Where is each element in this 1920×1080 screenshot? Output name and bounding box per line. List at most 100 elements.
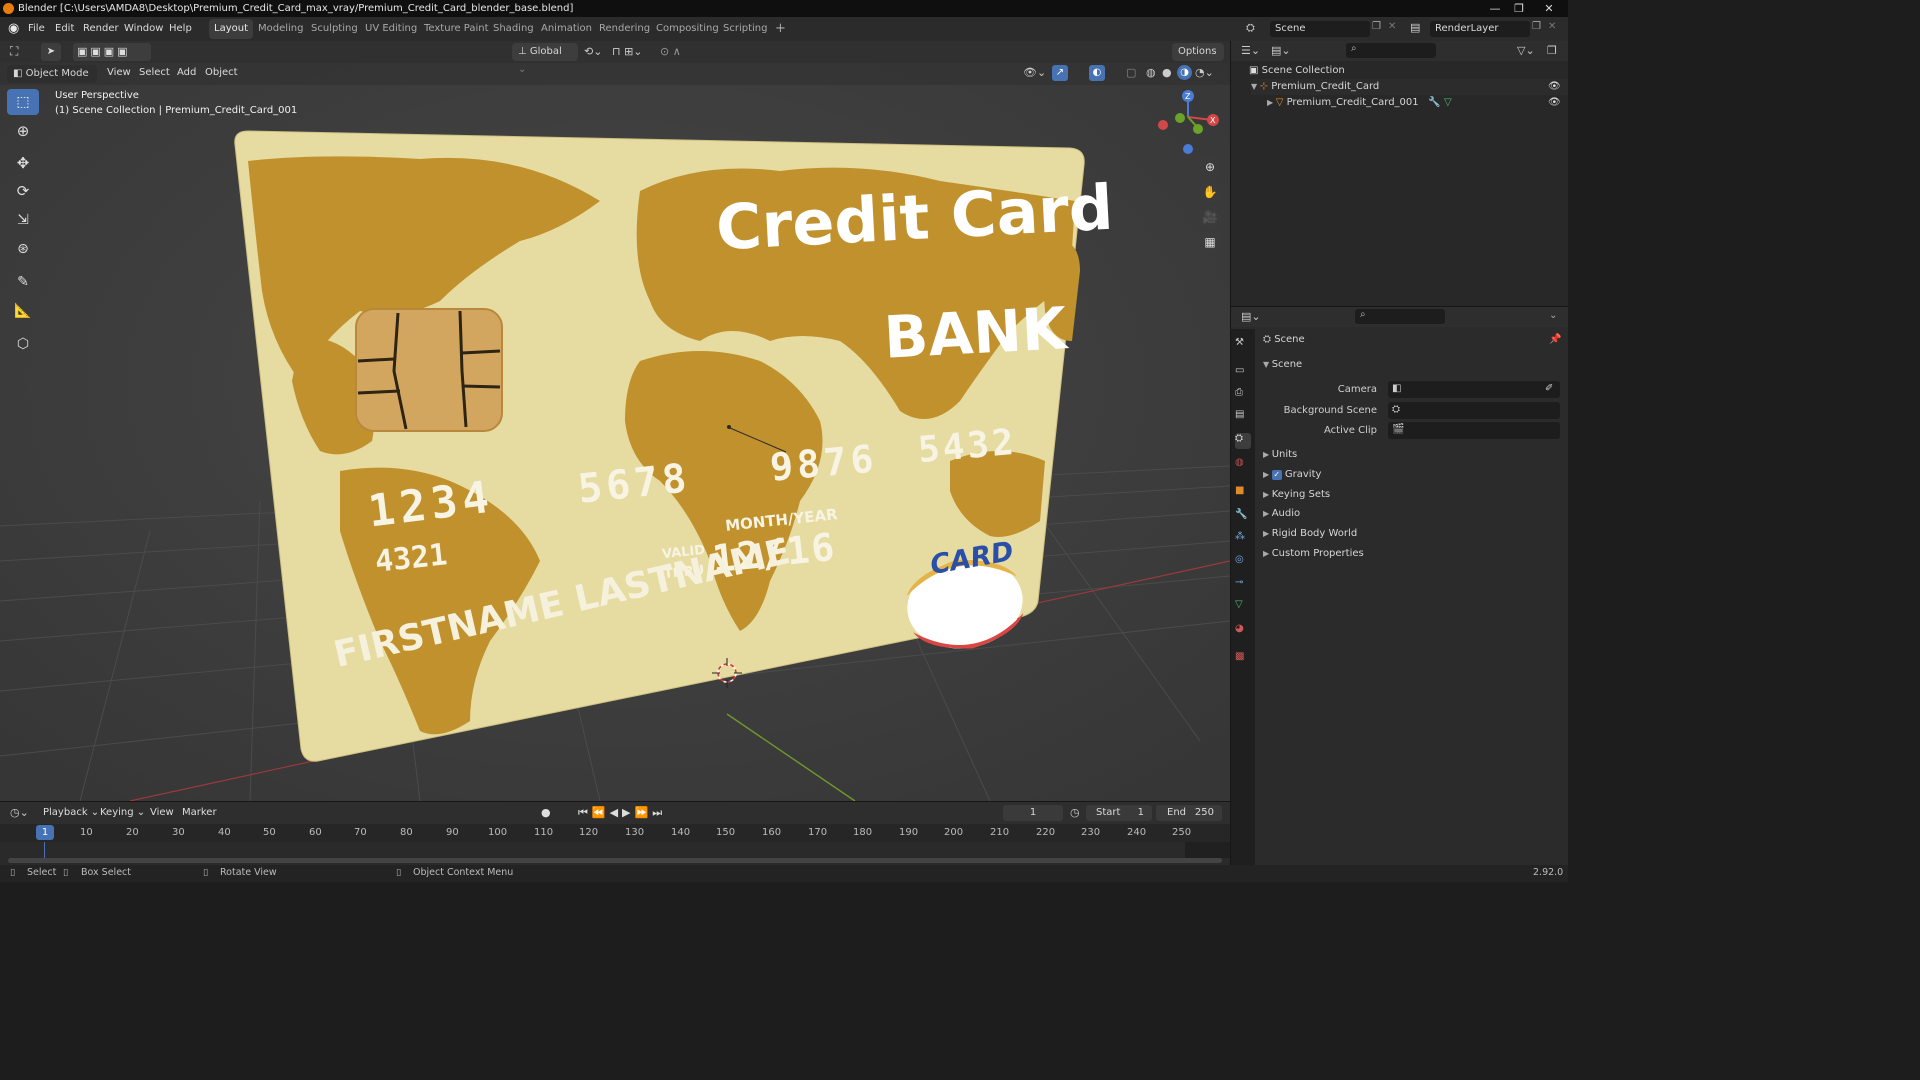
record-icon[interactable]: ●: [541, 806, 551, 819]
options-dropdown[interactable]: Options ⌄: [1172, 43, 1224, 75]
modifier-icon[interactable]: 🔧: [1428, 95, 1440, 111]
tool-tab-icon[interactable]: ⚒: [1235, 337, 1251, 353]
playhead[interactable]: 1: [36, 825, 54, 840]
outliner-item[interactable]: ▶ ▽ Premium_Credit_Card_001 🔧 ▽ 👁: [1267, 95, 1568, 111]
menu-select[interactable]: Select: [139, 67, 170, 78]
annotate-tool[interactable]: ✎: [7, 269, 39, 295]
scene-selector[interactable]: Scene: [1270, 21, 1370, 37]
new-collection-icon[interactable]: ❐: [1547, 44, 1557, 57]
outliner-search-input[interactable]: ⌕: [1346, 43, 1436, 58]
scene-icon[interactable]: ⛭: [1246, 21, 1266, 37]
wireframe-shading-icon[interactable]: ◍: [1146, 66, 1156, 79]
visibility-icon[interactable]: 👁⌄: [1023, 66, 1046, 79]
pan-button[interactable]: ✋: [1198, 181, 1222, 203]
start-frame-field[interactable]: Start 1: [1086, 805, 1152, 821]
world-tab-icon[interactable]: ◍: [1235, 457, 1251, 473]
tab-texture-paint[interactable]: Texture Paint: [419, 19, 494, 39]
minimize-icon[interactable]: —: [1484, 0, 1506, 17]
navigation-gizmo[interactable]: Z X: [1150, 87, 1226, 157]
menu-file[interactable]: File: [28, 17, 45, 41]
editor-type-icon[interactable]: ▤⌄: [1241, 310, 1261, 323]
selection-mode-icons[interactable]: ▣▣▣▣: [73, 43, 151, 61]
texture-tab-icon[interactable]: ▩: [1235, 651, 1251, 667]
add-workspace-icon[interactable]: +: [770, 19, 791, 39]
tab-layout[interactable]: Layout: [209, 19, 253, 39]
filter-icon[interactable]: ▽⌄: [1517, 44, 1535, 57]
playback-controls[interactable]: ⏮⏪◀▶⏩⏭: [578, 806, 666, 820]
maximize-icon[interactable]: ❐: [1508, 0, 1530, 17]
copy-view-layer-icon[interactable]: ❐: [1532, 21, 1541, 32]
rotate-tool[interactable]: ⟳: [7, 178, 39, 204]
add-cube-tool[interactable]: ⬡: [7, 331, 39, 357]
xray-icon[interactable]: ▢: [1126, 66, 1136, 79]
tab-modeling[interactable]: Modeling: [253, 19, 309, 39]
outliner-item[interactable]: ▼ ⊹ Premium_Credit_Card 👁: [1251, 79, 1568, 95]
section-keying-sets[interactable]: ▶ Keying Sets: [1263, 489, 1330, 500]
transform-tool[interactable]: ⊛: [7, 236, 39, 262]
view-layer-selector[interactable]: RenderLayer: [1430, 21, 1530, 37]
measure-tool[interactable]: 📐: [7, 298, 39, 324]
solid-shading-icon[interactable]: ●: [1162, 66, 1172, 79]
menu-object[interactable]: Object: [205, 67, 238, 78]
camera-view-button[interactable]: 🎥: [1198, 206, 1222, 228]
eyedropper-icon[interactable]: ✐: [1545, 383, 1553, 394]
cursor-tool[interactable]: ⊕: [7, 118, 39, 144]
end-frame-field[interactable]: End 250: [1156, 805, 1222, 821]
menu-playback[interactable]: Playback ⌄: [43, 807, 99, 818]
move-tool[interactable]: ✥: [7, 150, 39, 176]
tab-animation[interactable]: Animation: [536, 19, 597, 39]
modifier-tab-icon[interactable]: 🔧: [1235, 509, 1251, 525]
orientation-dropdown[interactable]: ⊥ Global ⌄: [512, 43, 578, 75]
clock-icon[interactable]: ◷: [1070, 806, 1080, 819]
constraints-tab-icon[interactable]: ⊸: [1235, 577, 1251, 593]
output-tab-icon[interactable]: ⎙: [1235, 387, 1251, 403]
blender-menu-icon[interactable]: ◉: [8, 17, 19, 41]
ortho-toggle-button[interactable]: ▦: [1198, 231, 1222, 253]
scene-panel-header[interactable]: ▼ Scene: [1263, 359, 1302, 370]
physics-tab-icon[interactable]: ◎: [1235, 554, 1251, 570]
editor-type-icon[interactable]: ⛶: [10, 44, 18, 59]
mesh-data-icon[interactable]: ▽: [1444, 95, 1452, 111]
menu-window[interactable]: Window: [124, 17, 163, 41]
tab-compositing[interactable]: Compositing: [651, 19, 724, 39]
eye-icon[interactable]: 👁: [1548, 95, 1561, 111]
gravity-checkbox[interactable]: ✓: [1271, 470, 1282, 480]
section-audio[interactable]: ▶ Audio: [1263, 508, 1300, 519]
pin-icon[interactable]: 📌: [1549, 334, 1561, 345]
scene-tab-icon[interactable]: ⛭: [1235, 433, 1251, 449]
material-tab-icon[interactable]: ◕: [1235, 623, 1251, 639]
particles-tab-icon[interactable]: ⁂: [1235, 531, 1251, 547]
menu-render[interactable]: Render: [83, 17, 119, 41]
editor-type-icon[interactable]: ◷⌄: [10, 806, 29, 819]
menu-view[interactable]: View: [107, 67, 131, 78]
menu-keying[interactable]: Keying ⌄: [100, 807, 145, 818]
close-icon[interactable]: ✕: [1534, 0, 1564, 17]
display-mode-icon[interactable]: ▤⌄: [1271, 44, 1291, 57]
rendered-shading-icon[interactable]: ◔⌄: [1195, 66, 1214, 79]
proportional-edit-icon[interactable]: ⊙ ∧: [660, 45, 681, 58]
pivot-point-icon[interactable]: ⟲⌄: [584, 45, 602, 58]
editor-type-icon[interactable]: ☰⌄: [1241, 44, 1260, 57]
menu-add[interactable]: Add: [177, 67, 196, 78]
select-box-tool[interactable]: ⬚: [7, 89, 39, 115]
mode-dropdown[interactable]: ◧ Object Mode ⌄: [7, 65, 97, 97]
menu-edit[interactable]: Edit: [55, 17, 74, 41]
outliner-root[interactable]: ▣ Scene Collection: [1249, 63, 1345, 79]
zoom-button[interactable]: ⊕: [1198, 156, 1222, 178]
object-tab-icon[interactable]: ■: [1235, 485, 1251, 501]
properties-search-input[interactable]: ⌕: [1355, 309, 1445, 324]
tab-uv-editing[interactable]: UV Editing: [360, 19, 422, 39]
menu-help[interactable]: Help: [169, 17, 192, 41]
select-tool-icon[interactable]: ➤: [41, 43, 61, 61]
gizmo-toggle-icon[interactable]: ↗: [1052, 65, 1068, 81]
eye-icon[interactable]: 👁: [1548, 79, 1561, 95]
section-custom-properties[interactable]: ▶ Custom Properties: [1263, 548, 1364, 559]
3d-viewport[interactable]: Credit Card BANK 1234 5678 9876 5432 432…: [0, 41, 1230, 801]
view-layer-icon[interactable]: ▤: [1410, 21, 1420, 34]
view-layer-tab-icon[interactable]: ▤: [1235, 409, 1251, 425]
chevron-down-icon[interactable]: ⌄: [1549, 310, 1557, 321]
section-gravity[interactable]: ▶ ✓ Gravity: [1263, 469, 1321, 480]
section-rigid-body-world[interactable]: ▶ Rigid Body World: [1263, 528, 1357, 539]
delete-scene-icon[interactable]: ✕: [1388, 21, 1396, 32]
background-scene-field[interactable]: ⛭: [1388, 402, 1560, 419]
